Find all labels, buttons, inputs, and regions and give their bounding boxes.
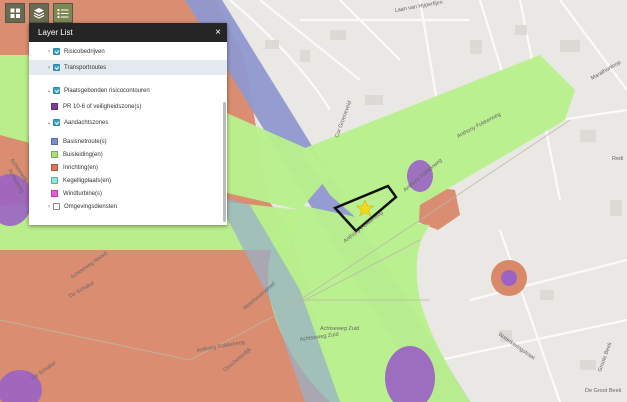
layer-list-title: Layer List [38,28,73,37]
layer-item-label: Plaatsgebonden risicocontouren [64,87,150,94]
basemap-gallery-icon [10,8,20,18]
layer-item-label: Omgevingsdiensten [64,203,118,210]
layer-list-panel: Layer List × ›Risicobedrijven•••›Transpo… [29,23,227,225]
layer-item[interactable]: PR 10-6 of veiligheidszone(s) [29,99,227,114]
layer-item-label: Windturbine(s) [63,190,103,197]
close-icon[interactable]: × [215,27,221,38]
street-label: Redi [612,156,623,162]
legend-swatch [51,138,58,145]
layer-item[interactable]: ›Risicobedrijven••• [29,44,227,59]
chevron-down-icon[interactable]: ⌄ [45,119,53,126]
layer-visibility-checkbox[interactable] [53,119,60,126]
legend-swatch [51,151,58,158]
legend-swatch [51,177,58,184]
legend-swatch [51,190,58,197]
layer-item-label: Transportroutes [64,64,107,71]
layer-item-label: Inrichting(en) [63,164,99,171]
chevron-right-icon[interactable]: › [45,49,53,55]
layer-item-label: PR 10-6 of veiligheidszone(s) [63,103,142,110]
layer-item[interactable]: ›Transportroutes••• [29,60,227,75]
street-label: De Groot Beek [585,388,622,394]
legend-button[interactable] [53,3,73,23]
street-label: Achtseweg Zuid [320,326,359,332]
layer-list-header: Layer List × [29,23,227,42]
pr-zone-east [501,270,517,286]
layer-item-label: Buisleiding(en) [63,151,103,158]
layer-list-button[interactable] [29,3,49,23]
legend-swatch [51,103,58,110]
layer-item[interactable]: ⌄Plaatsgebonden risicocontouren••• [29,83,227,98]
layer-item[interactable]: ⌄Aandachtszones••• [29,115,227,130]
layer-visibility-checkbox[interactable] [53,64,60,71]
layer-visibility-checkbox[interactable] [53,203,60,210]
layer-visibility-checkbox[interactable] [53,87,60,94]
layer-item[interactable]: ›Omgevingsdiensten••• [29,199,227,214]
chevron-right-icon[interactable]: › [45,204,53,210]
layer-item-label: Basisnetroute(s) [63,138,107,145]
legend-swatch [51,164,58,171]
basemap-gallery-button[interactable] [5,3,25,23]
chevron-down-icon[interactable]: ⌄ [45,87,53,94]
layer-item-label: Aandachtszones [64,119,109,126]
layer-visibility-checkbox[interactable] [53,48,60,55]
layer-item-label: Kegelligplaats(en) [63,177,112,184]
map-toolbar [5,3,73,23]
layers-icon [33,8,45,19]
legend-icon [57,8,69,18]
layer-item-label: Risicobedrijven [64,48,105,55]
chevron-right-icon[interactable]: › [45,65,53,71]
layer-list-items: ›Risicobedrijven•••›Transportroutes•••⌄P… [29,42,227,225]
